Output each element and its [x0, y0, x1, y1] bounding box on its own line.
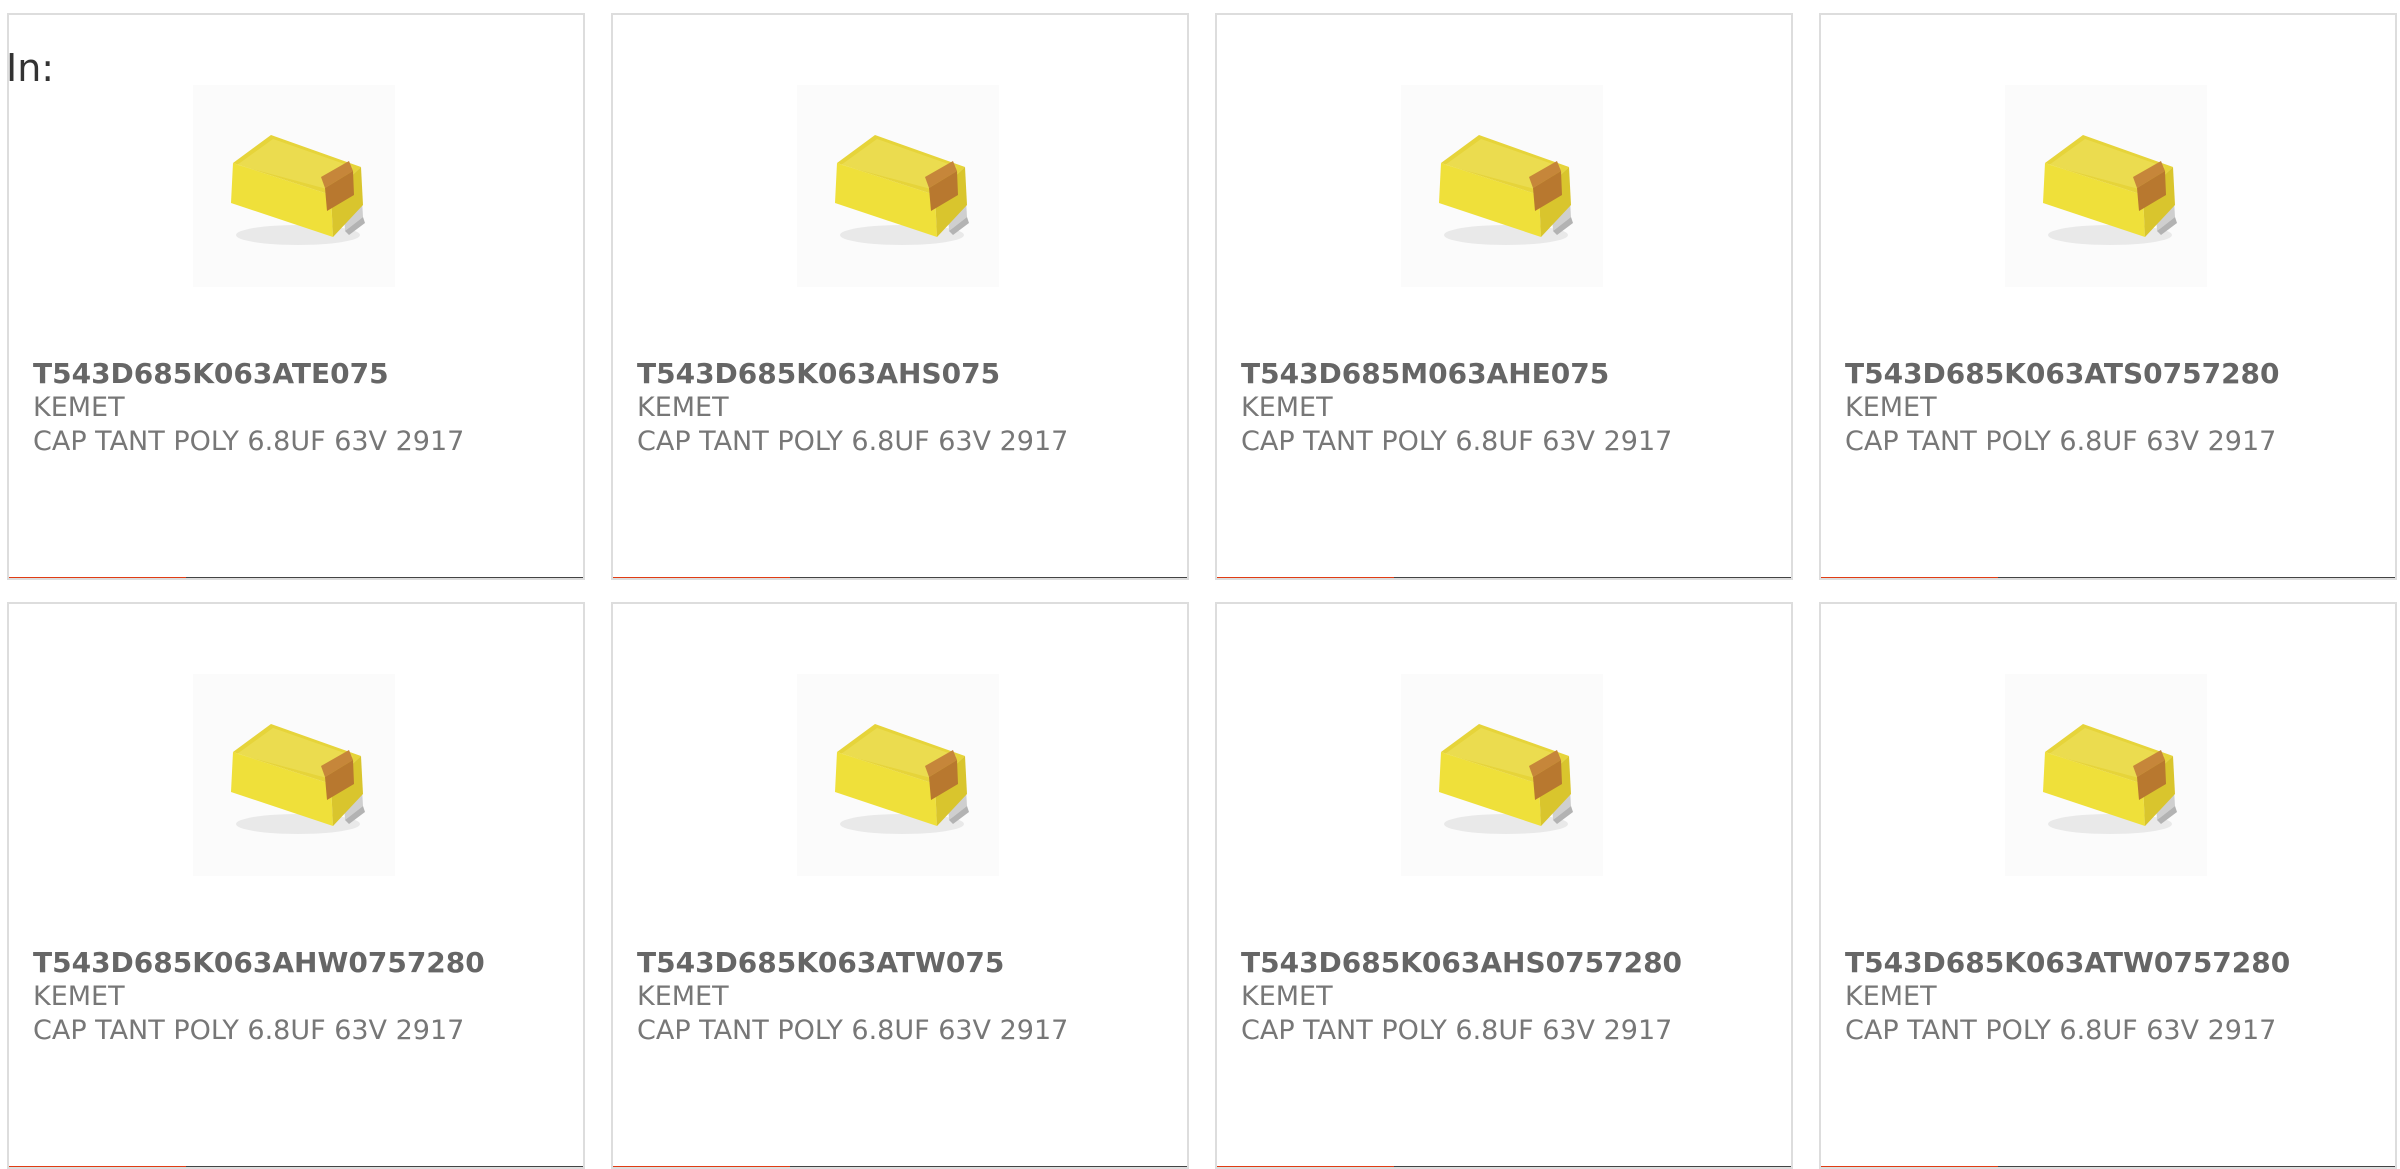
product-progress-bar [9, 577, 583, 578]
tantalum-capacitor-icon [2043, 724, 2177, 834]
product-part-number[interactable]: T543D685K063ATW0757280 [1845, 945, 2290, 981]
product-image [1401, 85, 1603, 287]
product-manufacturer: KEMET [637, 392, 729, 423]
product-grid: T543D685K063ATE075 KEMET CAP TANT POLY 6… [0, 0, 2400, 1169]
tantalum-capacitor-icon [1439, 135, 1573, 245]
product-progress-bar [1821, 577, 2395, 578]
product-description: CAP TANT POLY 6.8UF 63V 2917 [33, 1015, 465, 1046]
product-manufacturer: KEMET [637, 981, 729, 1012]
product-manufacturer: KEMET [1241, 392, 1333, 423]
tantalum-capacitor-icon [231, 724, 365, 834]
product-description: CAP TANT POLY 6.8UF 63V 2917 [33, 426, 465, 457]
product-image [797, 674, 999, 876]
product-part-number[interactable]: T543D685K063AHS0757280 [1241, 945, 1682, 981]
tantalum-capacitor-icon [835, 135, 969, 245]
product-manufacturer: KEMET [1241, 981, 1333, 1012]
product-card[interactable]: T543D685K063AHS075 KEMET CAP TANT POLY 6… [611, 13, 1189, 580]
product-card[interactable]: T543D685M063AHE075 KEMET CAP TANT POLY 6… [1215, 13, 1793, 580]
product-progress-bar [1217, 577, 1791, 578]
product-image [797, 85, 999, 287]
product-progress-fill [1217, 577, 1395, 578]
product-description: CAP TANT POLY 6.8UF 63V 2917 [1241, 426, 1673, 457]
product-image [2005, 674, 2207, 876]
product-part-number[interactable]: T543D685K063ATS0757280 [1845, 356, 2280, 392]
product-description: CAP TANT POLY 6.8UF 63V 2917 [1845, 426, 2277, 457]
tantalum-capacitor-icon [1439, 724, 1573, 834]
product-card[interactable]: T543D685K063ATW0757280 KEMET CAP TANT PO… [1819, 602, 2397, 1169]
product-part-number[interactable]: T543D685K063AHW0757280 [33, 945, 485, 981]
tantalum-capacitor-icon [231, 135, 365, 245]
product-description: CAP TANT POLY 6.8UF 63V 2917 [1845, 1015, 2277, 1046]
product-manufacturer: KEMET [1845, 981, 1937, 1012]
product-manufacturer: KEMET [33, 392, 125, 423]
product-progress-fill [9, 577, 187, 578]
product-part-number[interactable]: T543D685M063AHE075 [1241, 356, 1609, 392]
product-image [193, 85, 395, 287]
in-label: In: [6, 46, 55, 90]
product-part-number[interactable]: T543D685K063ATE075 [33, 356, 389, 392]
product-manufacturer: KEMET [1845, 392, 1937, 423]
product-part-number[interactable]: T543D685K063ATW075 [637, 945, 1004, 981]
product-image [2005, 85, 2207, 287]
product-image [1401, 674, 1603, 876]
tantalum-capacitor-icon [2043, 135, 2177, 245]
product-description: CAP TANT POLY 6.8UF 63V 2917 [1241, 1015, 1673, 1046]
product-card[interactable]: T543D685K063ATS0757280 KEMET CAP TANT PO… [1819, 13, 2397, 580]
product-progress-bar [613, 577, 1187, 578]
product-part-number[interactable]: T543D685K063AHS075 [637, 356, 1000, 392]
product-manufacturer: KEMET [33, 981, 125, 1012]
product-card[interactable]: T543D685K063ATW075 KEMET CAP TANT POLY 6… [611, 602, 1189, 1169]
product-card[interactable]: T543D685K063AHS0757280 KEMET CAP TANT PO… [1215, 602, 1793, 1169]
product-progress-fill [613, 577, 791, 578]
product-image [193, 674, 395, 876]
product-card[interactable]: T543D685K063AHW0757280 KEMET CAP TANT PO… [7, 602, 585, 1169]
product-progress-fill [1821, 577, 1999, 578]
product-card[interactable]: T543D685K063ATE075 KEMET CAP TANT POLY 6… [7, 13, 585, 580]
product-description: CAP TANT POLY 6.8UF 63V 2917 [637, 1015, 1069, 1046]
tantalum-capacitor-icon [835, 724, 969, 834]
product-description: CAP TANT POLY 6.8UF 63V 2917 [637, 426, 1069, 457]
